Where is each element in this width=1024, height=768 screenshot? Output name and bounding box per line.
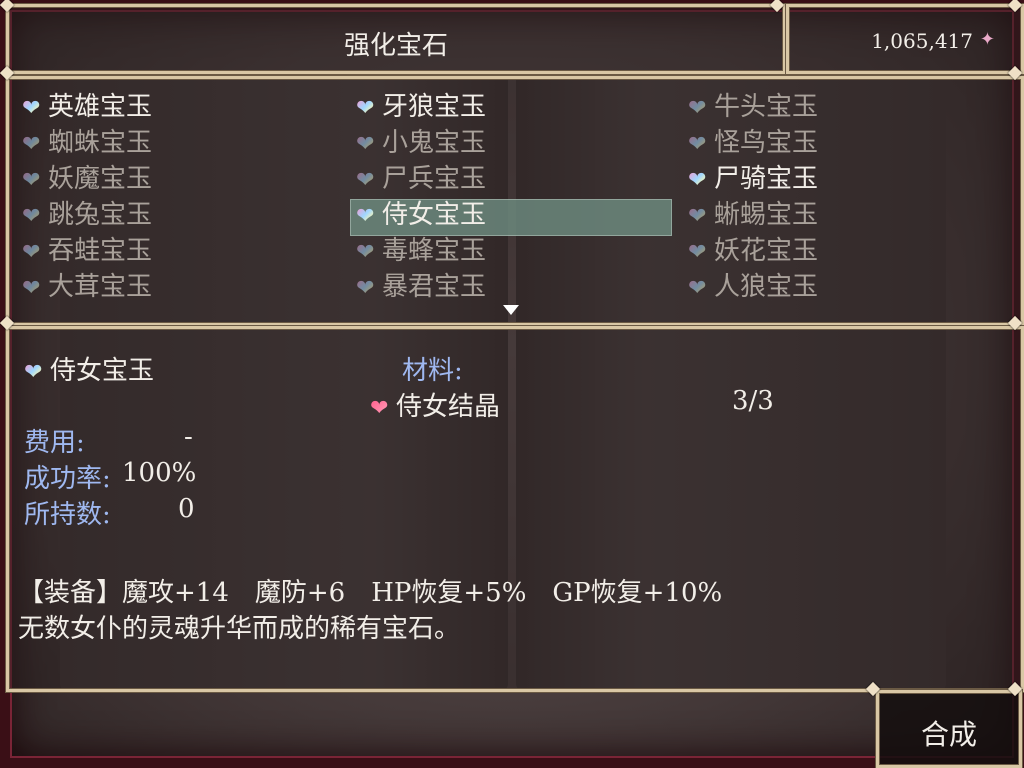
gem-list-item[interactable]: ❤ 毒蜂宝玉 xyxy=(356,234,486,268)
gem-icon: ❤ xyxy=(356,170,378,192)
gem-icon: ❤ xyxy=(356,206,378,228)
gem-list-item[interactable]: ❤ 跳兔宝玉 xyxy=(22,198,152,232)
gem-list-item-label: 英雄宝玉 xyxy=(48,92,153,122)
item-description: 无数女仆的灵魂升华而成的稀有宝石。 xyxy=(18,614,461,644)
gem-list-item[interactable]: ❤ 怪鸟宝玉 xyxy=(688,126,818,160)
gem-list-item[interactable]: ❤ 尸骑宝玉 xyxy=(688,162,818,196)
gem-list-item[interactable]: ❤ 蜘蛛宝玉 xyxy=(22,126,152,160)
materials-label: 材料: xyxy=(402,356,463,386)
gem-list-item[interactable]: ❤ 妖魔宝玉 xyxy=(22,162,152,196)
gem-icon: ❤ xyxy=(22,206,44,228)
gem-icon: ❤ xyxy=(356,134,378,156)
gem-list-item[interactable]: ❤ 英雄宝玉 xyxy=(22,90,152,124)
synthesize-button[interactable]: 合成 xyxy=(876,690,1022,768)
owned-value: 0 xyxy=(178,494,195,524)
gem-list-item-label: 尸兵宝玉 xyxy=(382,164,487,194)
gem-list-item-label: 怪鸟宝玉 xyxy=(714,128,819,158)
gem-list-item-label: 妖魔宝玉 xyxy=(48,164,153,194)
material-row: ❤ 侍女结晶 xyxy=(370,386,500,423)
gem-list-item-label: 尸骑宝玉 xyxy=(714,164,819,194)
gem-list-item[interactable]: ❤ 蜥蜴宝玉 xyxy=(688,198,818,232)
gem-icon: ❤ xyxy=(688,170,710,192)
gem-list-item-label: 跳兔宝玉 xyxy=(48,200,153,230)
gem-icon: ❤ xyxy=(22,98,44,120)
gem-list-item-label: 蜘蛛宝玉 xyxy=(48,128,153,158)
gem-list-item[interactable]: ❤ 牙狼宝玉 xyxy=(356,90,486,124)
gem-list-item[interactable]: ❤ 尸兵宝玉 xyxy=(356,162,486,196)
material-count: 3/3 xyxy=(732,386,774,416)
material-name: 侍女结晶 xyxy=(396,392,501,422)
gold-window: 1,065,417 ✦ xyxy=(786,4,1024,74)
detail-item-name: 侍女宝玉 xyxy=(50,356,155,386)
gem-icon: ❤ xyxy=(22,134,44,156)
gem-list-item[interactable]: ❤ 暴君宝玉 xyxy=(356,270,486,304)
gem-icon: ❤ xyxy=(688,98,710,120)
title-window: 强化宝石 xyxy=(6,4,786,74)
gem-list-item-label: 侍女宝玉 xyxy=(382,200,487,230)
gem-list-item-label: 大茸宝玉 xyxy=(48,272,153,302)
gem-list-item-label: 牛头宝玉 xyxy=(714,92,819,122)
crystal-icon: ❤ xyxy=(370,398,392,420)
screen-title: 强化宝石 xyxy=(343,31,448,61)
gem-list-item-label: 暴君宝玉 xyxy=(382,272,487,302)
gold-amount: 1,065,417 xyxy=(871,29,973,53)
gem-list-item-label: 妖花宝玉 xyxy=(714,236,819,266)
gem-list-item-label: 牙狼宝玉 xyxy=(382,92,487,122)
gem-icon: ❤ xyxy=(688,278,710,300)
synthesize-label: 合成 xyxy=(920,718,977,751)
gem-list-item-label: 小鬼宝玉 xyxy=(382,128,487,158)
gem-list-item[interactable]: ❤ 妖花宝玉 xyxy=(688,234,818,268)
gem-list-item[interactable]: ❤ 吞蛙宝玉 xyxy=(22,234,152,268)
gem-icon: ❤ xyxy=(356,98,378,120)
gem-icon: ❤ xyxy=(22,170,44,192)
success-rate-label: 成功率: xyxy=(24,464,111,494)
gem-list-item-label: 吞蛙宝玉 xyxy=(48,236,153,266)
gem-list-item[interactable]: ❤ 小鬼宝玉 xyxy=(356,126,486,160)
gem-icon: ❤ xyxy=(688,242,710,264)
gem-list-item[interactable]: ❤ 牛头宝玉 xyxy=(688,90,818,124)
gem-list-item[interactable]: ❤ 大茸宝玉 xyxy=(22,270,152,304)
scroll-down-icon[interactable] xyxy=(503,305,519,315)
owned-label: 所持数: xyxy=(24,500,111,530)
gem-list-item[interactable]: ❤ 侍女宝玉 xyxy=(356,198,486,232)
gem-list-item-label: 蜥蜴宝玉 xyxy=(714,200,819,230)
gem-list-item-label: 毒蜂宝玉 xyxy=(382,236,487,266)
currency-icon: ✦ xyxy=(979,29,995,50)
gem-list-item[interactable]: ❤ 人狼宝玉 xyxy=(688,270,818,304)
cost-label: 费用: xyxy=(24,428,85,458)
success-rate-value: 100% xyxy=(122,458,197,488)
gem-icon: ❤ xyxy=(356,278,378,300)
gem-icon: ❤ xyxy=(24,362,46,384)
gem-icon: ❤ xyxy=(688,206,710,228)
gem-icon: ❤ xyxy=(22,242,44,264)
detail-item: ❤ 侍女宝玉 xyxy=(24,350,154,387)
gem-icon: ❤ xyxy=(22,278,44,300)
cost-value: - xyxy=(184,422,193,452)
gem-icon: ❤ xyxy=(688,134,710,156)
gem-icon: ❤ xyxy=(356,242,378,264)
gem-list-item-label: 人狼宝玉 xyxy=(714,272,819,302)
equip-effect: 【装备】魔攻+14 魔防+6 HP恢复+5% GP恢复+10% xyxy=(18,578,723,608)
